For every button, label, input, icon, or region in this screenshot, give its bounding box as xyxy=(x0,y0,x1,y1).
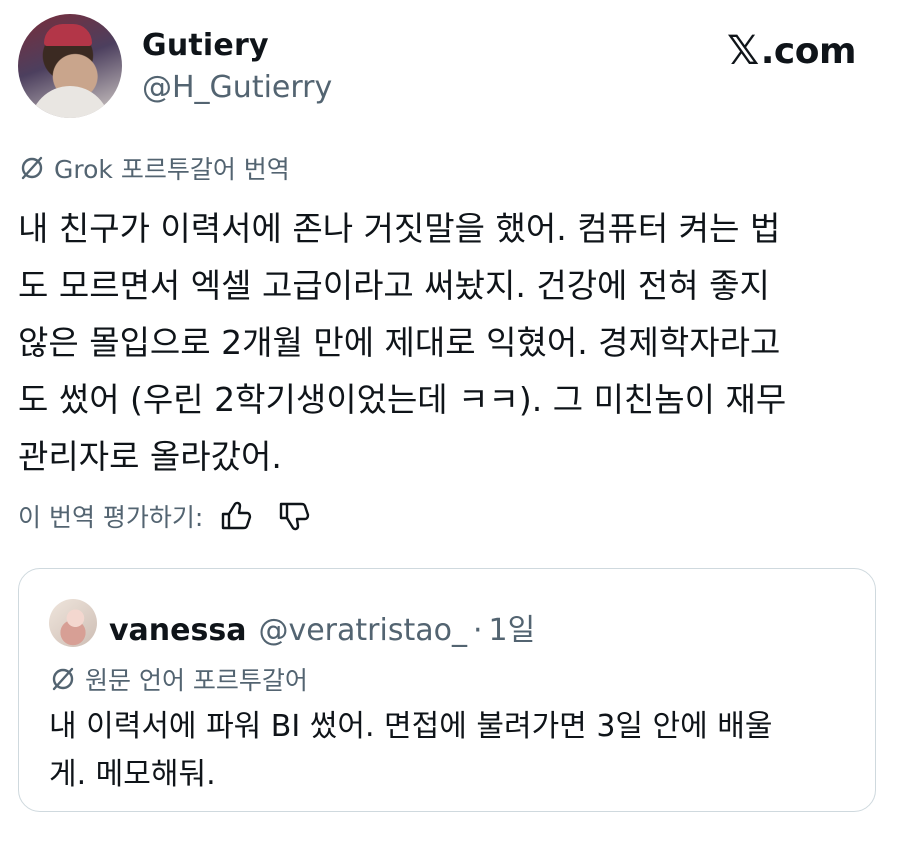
author-handle[interactable]: @H_Gutierry xyxy=(142,70,332,105)
rate-label: 이 번역 평가하기: xyxy=(18,503,204,532)
quote-line: 내 이력서에 파워 BI 썼어. 면접에 불려가면 3일 안에 배울 xyxy=(49,709,773,744)
post-line: 도 썼어 (우린 2학기생이었는데 ㅋㅋ). 그 미친놈이 재무 xyxy=(18,380,787,419)
x-logo-icon: 𝕏 xyxy=(727,28,759,74)
post-line: 관리자로 올라갔어. xyxy=(18,437,282,476)
thumbs-up-icon[interactable] xyxy=(217,498,253,534)
author-avatar[interactable] xyxy=(18,14,122,118)
post-body: 내 친구가 이력서에 존나 거짓말을 했어. 컴퓨터 켜는 법 도 모르면서 엑… xyxy=(18,200,878,485)
rate-translation: 이 번역 평가하기: xyxy=(18,498,311,534)
avatar-shirt-shape xyxy=(30,86,110,118)
slashed-circle-icon xyxy=(21,156,43,180)
slashed-circle-icon xyxy=(52,667,74,691)
quote-language-label: 원문 언어 포르투갈어 xyxy=(85,666,308,695)
post-line: 도 모르면서 엑셀 고급이라고 써놨지. 건강에 전혀 좋지 xyxy=(18,266,770,305)
brand-suffix: .com xyxy=(760,30,857,72)
post-line: 내 친구가 이력서에 존나 거짓말을 했어. 컴퓨터 켜는 법 xyxy=(18,209,781,248)
author-name[interactable]: Gutiery xyxy=(142,28,269,63)
quote-line: 게. 메모해둬. xyxy=(49,757,216,792)
quote-author-handle[interactable]: @veratristao_ xyxy=(258,613,467,648)
quote-header: vanessa @veratristao_ · 1일 xyxy=(109,605,535,649)
quote-body: 내 이력서에 파워 BI 썼어. 면접에 불려가면 3일 안에 배울 게. 메모… xyxy=(49,703,849,799)
translation-attribution[interactable]: Grok 포르투갈어 번역 xyxy=(18,150,290,186)
quote-avatar[interactable] xyxy=(49,599,97,647)
translation-label: Grok 포르투갈어 번역 xyxy=(54,155,290,184)
thumbs-down-icon[interactable] xyxy=(275,498,311,534)
avatar-cap-shape xyxy=(44,24,92,46)
post-line: 않은 몰입으로 2개월 만에 제대로 익혔어. 경제학자라고 xyxy=(18,323,781,362)
quote-author-name[interactable]: vanessa xyxy=(109,613,246,648)
quote-language-note[interactable]: 원문 언어 포르투갈어 xyxy=(49,661,308,697)
quoted-post[interactable]: vanessa @veratristao_ · 1일 원문 언어 포르투갈어 내… xyxy=(18,568,876,812)
brand-logo: 𝕏 .com xyxy=(727,28,857,74)
separator-dot: · xyxy=(472,613,483,648)
quote-timestamp[interactable]: 1일 xyxy=(489,605,536,649)
